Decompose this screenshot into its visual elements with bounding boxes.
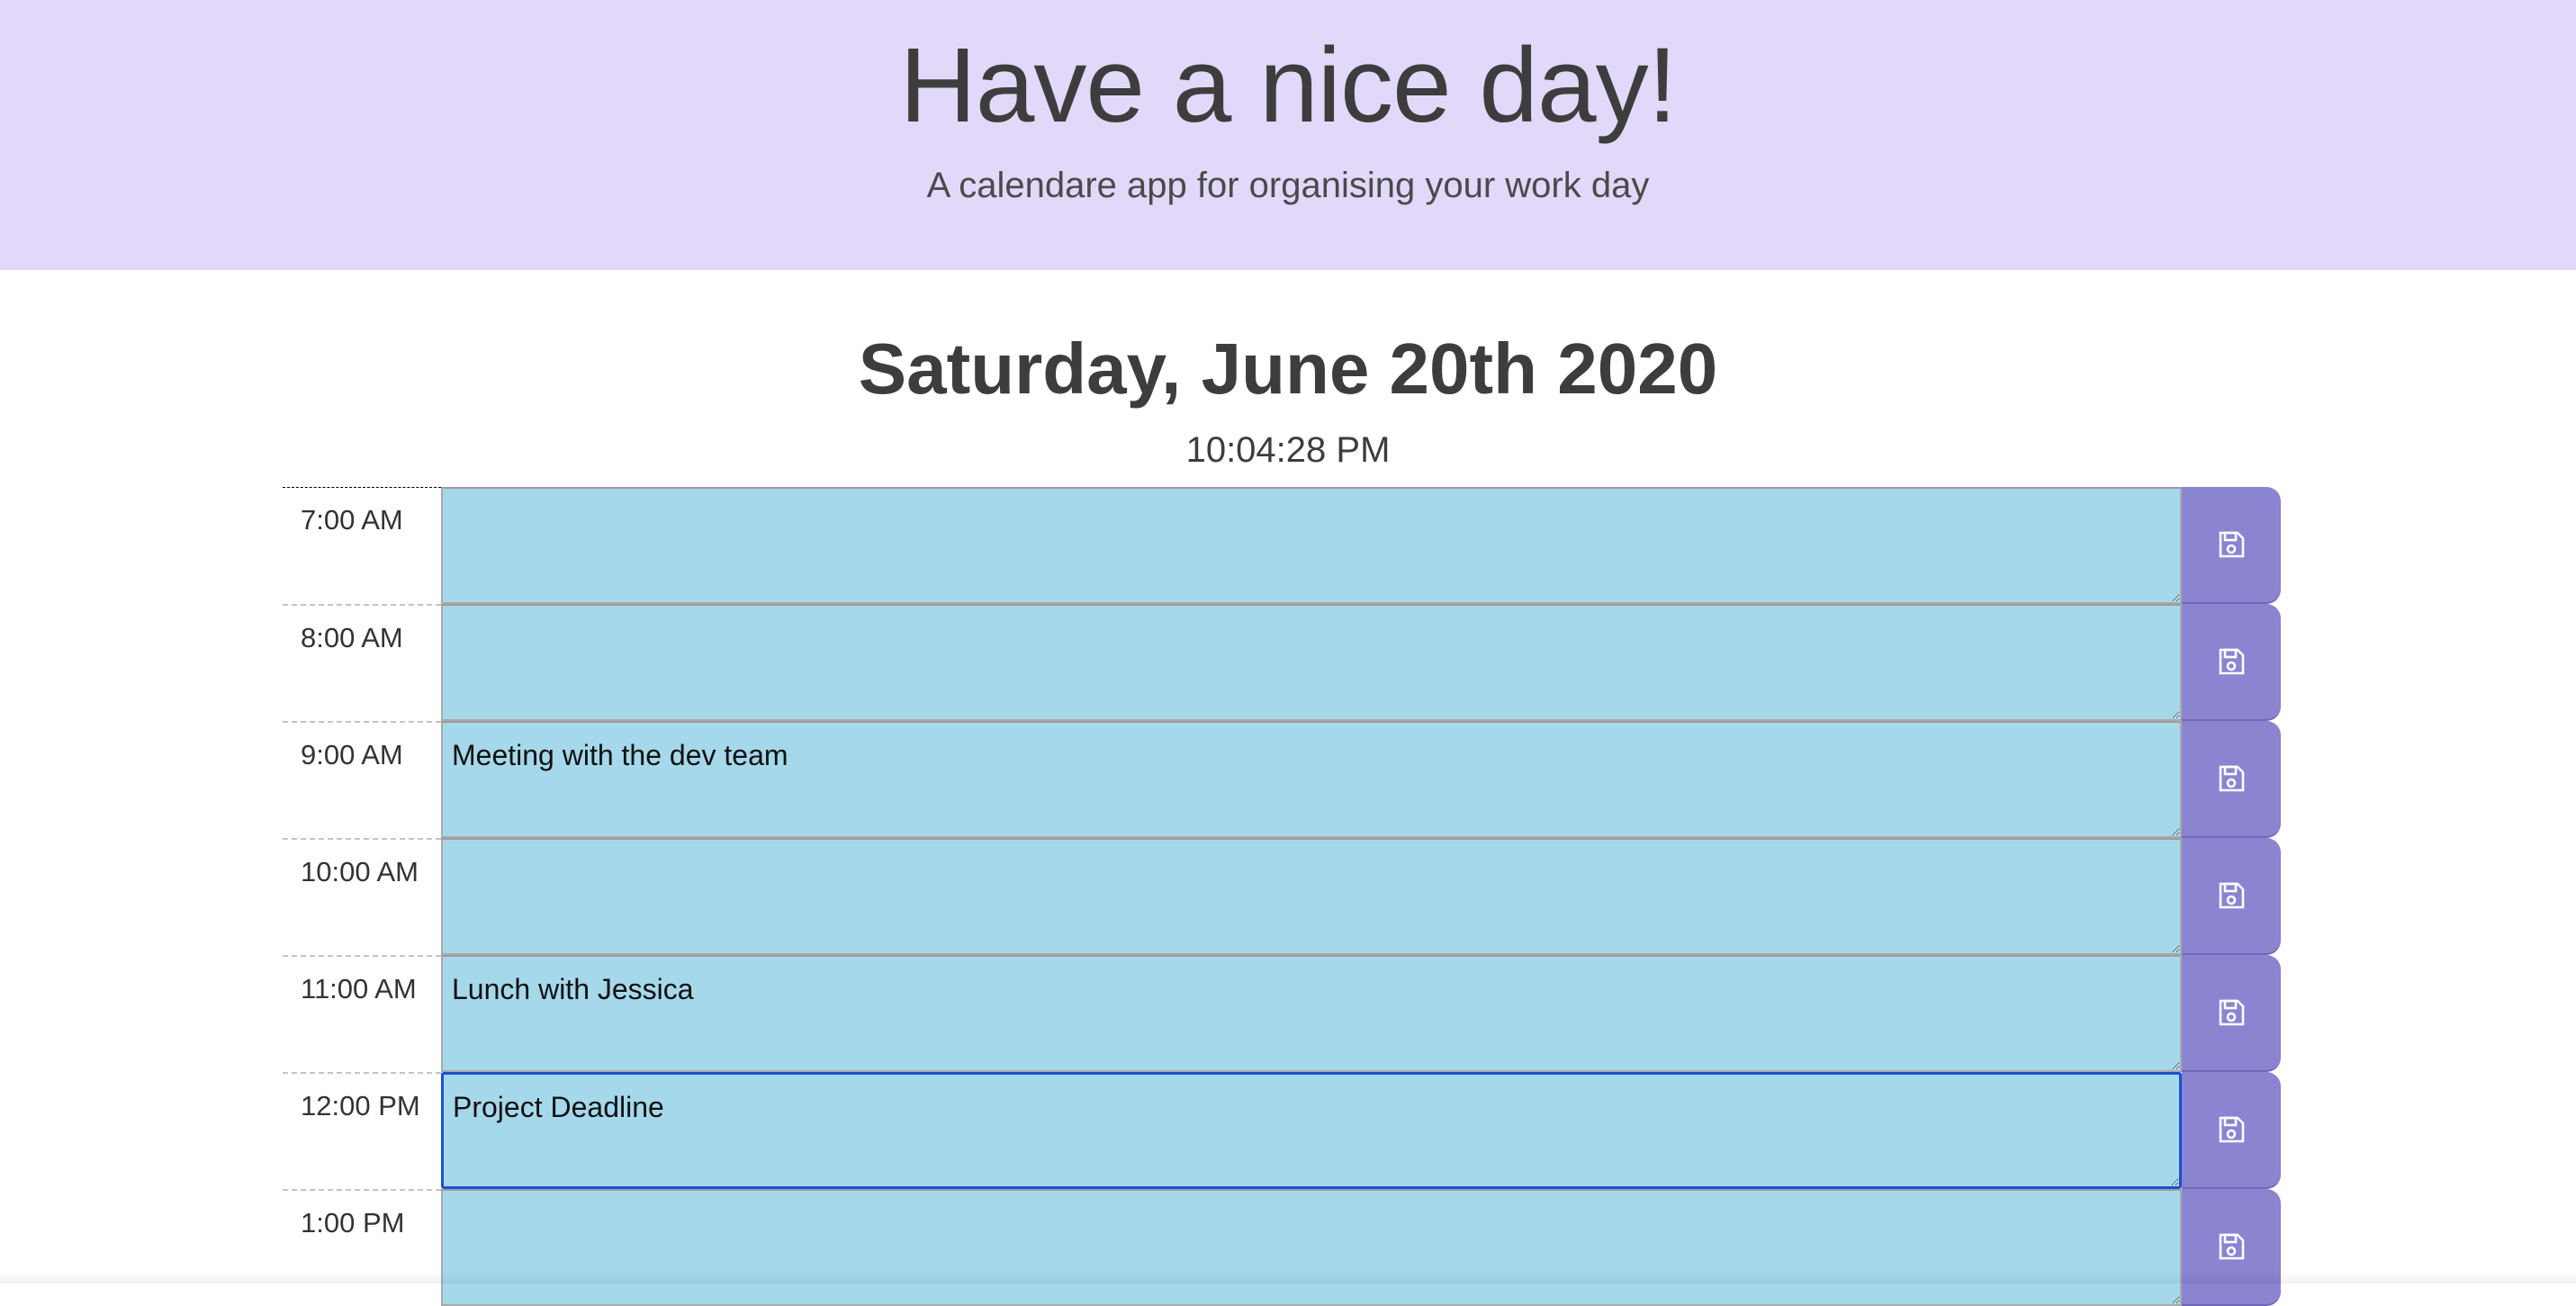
app-subtitle: A calendare app for organising your work… [0,160,2576,211]
floppy-disk-icon [2217,1232,2246,1261]
save-button[interactable] [2182,1189,2281,1306]
hour-label: 10:00 AM [283,838,441,955]
floppy-disk-icon [2217,998,2246,1027]
floppy-disk-icon [2217,530,2246,559]
time-row: 12:00 PM Project Deadline [283,1072,2281,1189]
hour-label: 12:00 PM [283,1072,441,1189]
description-input[interactable] [441,487,2182,604]
description-input[interactable]: Project Deadline [441,1072,2182,1189]
time-row: 1:00 PM [283,1189,2281,1306]
floppy-disk-icon [2217,881,2246,910]
planner: 7:00 AM 8:00 AM 9:00 AM Meeting with the… [283,487,2281,1306]
time-row: 9:00 AM Meeting with the dev team [283,721,2281,838]
time-row: 7:00 AM [283,487,2281,604]
current-time: 10:04:28 PM [0,423,2576,477]
save-button[interactable] [2182,487,2281,604]
hour-label: 9:00 AM [283,721,441,838]
save-button[interactable] [2182,604,2281,721]
floppy-disk-icon [2217,1115,2246,1144]
description-input[interactable]: Meeting with the dev team [441,721,2182,838]
time-row: 10:00 AM [283,838,2281,955]
app-title: Have a nice day! [0,27,2576,144]
current-date: Saturday, June 20th 2020 [0,324,2576,414]
hour-label: 7:00 AM [283,487,441,604]
save-button[interactable] [2182,1072,2281,1189]
floppy-disk-icon [2217,764,2246,793]
save-button[interactable] [2182,838,2281,955]
description-input[interactable] [441,604,2182,721]
hour-label: 8:00 AM [283,604,441,721]
scroll-shadow [0,1271,2576,1283]
description-input[interactable] [441,1189,2182,1306]
description-input[interactable] [441,838,2182,955]
hour-label: 1:00 PM [283,1189,441,1306]
save-button[interactable] [2182,955,2281,1072]
time-row: 8:00 AM [283,604,2281,721]
save-button[interactable] [2182,721,2281,838]
time-row: 11:00 AM Lunch with Jessica [283,955,2281,1072]
description-input[interactable]: Lunch with Jessica [441,955,2182,1072]
floppy-disk-icon [2217,647,2246,676]
hour-label: 11:00 AM [283,955,441,1072]
header: Have a nice day! A calendare app for org… [0,0,2576,270]
